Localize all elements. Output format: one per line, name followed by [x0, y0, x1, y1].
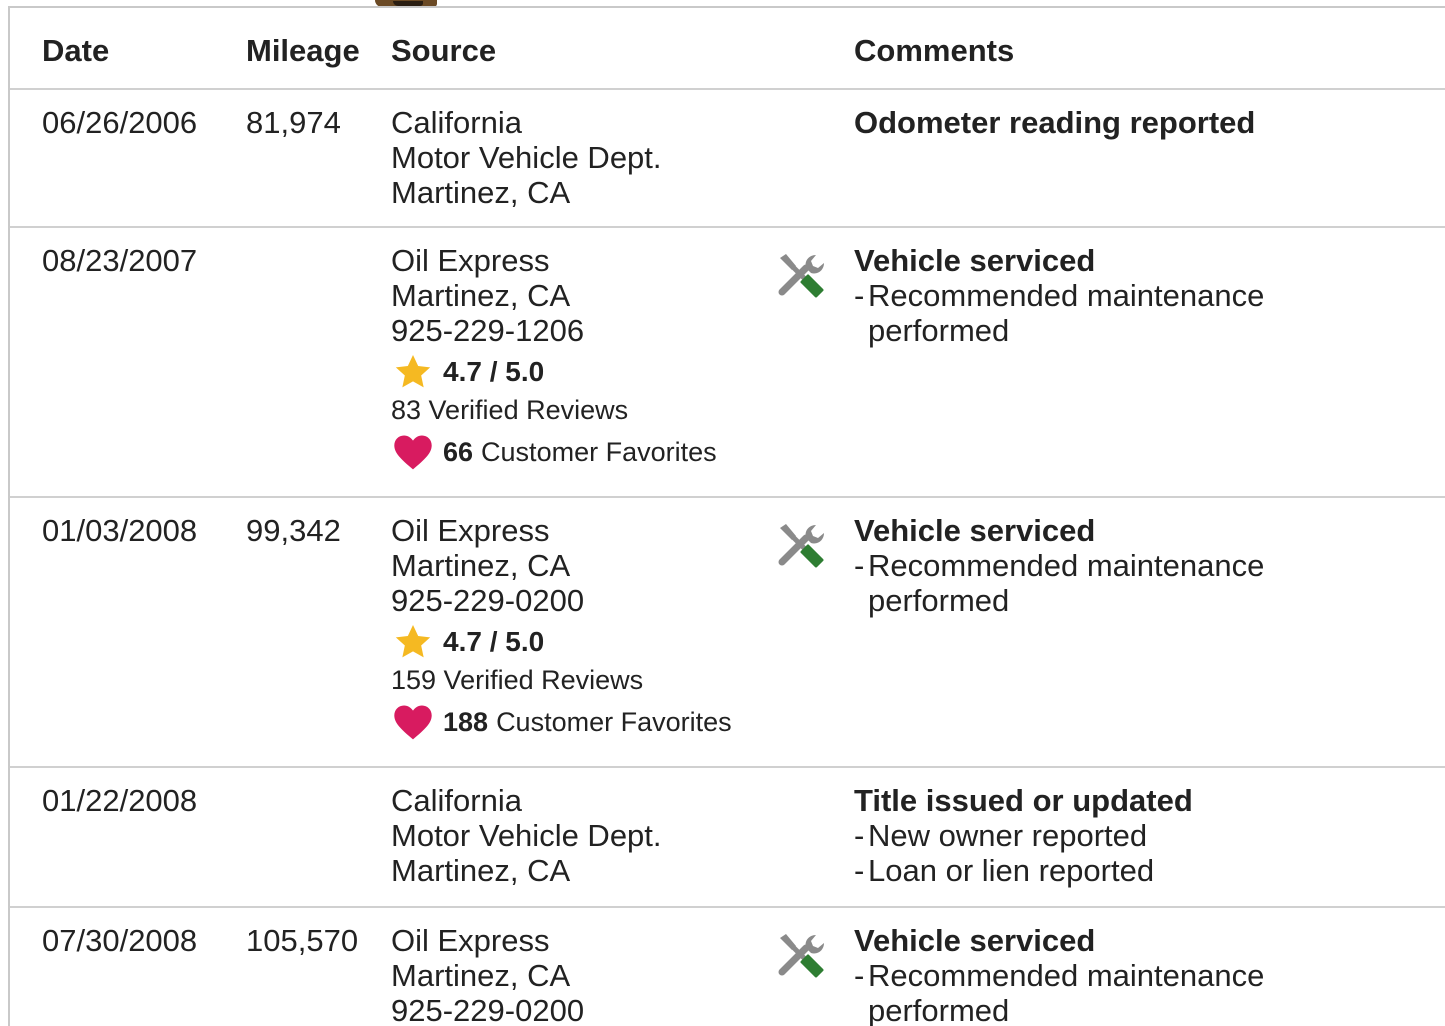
- service-tools-icon: [772, 928, 828, 984]
- source-phone[interactable]: 925-229-0200: [391, 583, 732, 618]
- rating-value: 4.7 / 5.0: [443, 356, 545, 387]
- source-location: Martinez, CA: [391, 958, 571, 993]
- bullet-dash: -: [854, 278, 865, 313]
- comment-item-text: Recommended maintenance: [868, 278, 1265, 313]
- table-row: 01/03/2008 99,342 Oil Express Martinez, …: [10, 498, 1445, 768]
- comment-item-text: Recommended maintenance: [868, 548, 1265, 583]
- comment-item-text-continued: performed: [868, 583, 1010, 618]
- record-date: 07/30/2008: [42, 923, 198, 958]
- rating-value: 4.7 / 5.0: [443, 626, 545, 657]
- column-header-source: Source: [391, 33, 497, 68]
- verified-reviews-link[interactable]: 83 Verified Reviews: [391, 392, 717, 428]
- wrench-screwdriver-icon: [778, 254, 824, 298]
- comment-item-text: New owner reported: [868, 818, 1148, 853]
- bullet-dash: -: [854, 958, 865, 993]
- comment-item: - Recommended maintenance performed: [854, 958, 1264, 1026]
- record-comments: Vehicle serviced - Recommended maintenan…: [854, 923, 1264, 1026]
- comment-item: - New owner reported: [854, 818, 1193, 853]
- source-location: Martinez, CA: [391, 853, 571, 888]
- bullet-dash: -: [854, 548, 865, 583]
- record-mileage: 81,974: [246, 105, 341, 140]
- bullet-dash: -: [854, 853, 865, 888]
- comment-title: Vehicle serviced: [854, 923, 1096, 958]
- wrench-screwdriver-icon: [778, 934, 824, 978]
- source-location: Martinez, CA: [391, 548, 571, 583]
- source-phone[interactable]: 925-229-1206: [391, 313, 717, 348]
- table-row: 01/22/2008 California Motor Vehicle Dept…: [10, 768, 1445, 908]
- source-name[interactable]: Oil Express: [391, 923, 584, 958]
- source-location: Martinez, CA: [391, 278, 571, 313]
- source-name[interactable]: Oil Express: [391, 243, 717, 278]
- record-date: 01/03/2008: [42, 513, 198, 548]
- favorites-count: 66: [443, 436, 474, 467]
- record-source: California Motor Vehicle Dept. Martinez,…: [391, 105, 662, 210]
- service-tools-icon: [772, 248, 828, 304]
- bullet-dash: -: [854, 818, 865, 853]
- source-name[interactable]: Oil Express: [391, 513, 732, 548]
- comment-item: - Recommended maintenance performed: [854, 278, 1264, 348]
- source-phone[interactable]: 925-229-0200: [391, 993, 584, 1026]
- table-row: 08/23/2007 Oil Express Martinez, CA 925-…: [10, 228, 1445, 498]
- comment-item: - Recommended maintenance performed: [854, 548, 1264, 618]
- comment-title: Odometer reading reported: [854, 105, 1256, 140]
- star-icon: [395, 625, 431, 658]
- record-comments: Title issued or updated - New owner repo…: [854, 783, 1193, 888]
- comment-item-text-continued: performed: [868, 313, 1010, 348]
- record-source: California Motor Vehicle Dept. Martinez,…: [391, 783, 662, 888]
- heart-icon: [394, 435, 432, 470]
- comment-item-text-continued: performed: [868, 993, 1010, 1026]
- column-header-date: Date: [42, 33, 110, 68]
- heart-icon: [394, 705, 432, 740]
- record-mileage: 105,570: [246, 923, 359, 958]
- service-tools-icon: [772, 518, 828, 574]
- favorites-count: 188: [443, 706, 489, 737]
- shop-rating: 4.7 / 5.0: [391, 352, 717, 392]
- record-comments: Odometer reading reported: [854, 105, 1255, 140]
- comment-item-text: Loan or lien reported: [868, 853, 1155, 888]
- verified-reviews-link[interactable]: 159 Verified Reviews: [391, 662, 732, 698]
- favorites-label: Customer Favorites: [496, 706, 732, 737]
- source-name-line-2: Motor Vehicle Dept.: [391, 818, 662, 853]
- record-comments: Vehicle serviced - Recommended maintenan…: [854, 513, 1264, 618]
- source-name: California: [391, 105, 522, 140]
- star-icon: [395, 355, 431, 388]
- column-header-mileage: Mileage: [246, 33, 360, 68]
- comment-item-text: Recommended maintenance: [868, 958, 1265, 993]
- table-row: 06/26/2006 81,974 California Motor Vehic…: [10, 90, 1445, 228]
- customer-favorites: 188 Customer Favorites: [391, 700, 732, 744]
- column-header-comments: Comments: [854, 33, 1015, 68]
- record-date: 01/22/2008: [42, 783, 198, 818]
- source-location: Martinez, CA: [391, 175, 571, 210]
- record-comments: Vehicle serviced - Recommended maintenan…: [854, 243, 1264, 348]
- wrench-screwdriver-icon: [778, 524, 824, 568]
- favorites-label: Customer Favorites: [481, 436, 717, 467]
- record-mileage: 99,342: [246, 513, 341, 548]
- table-row: 07/30/2008 105,570 Oil Express Martinez,…: [10, 908, 1445, 1026]
- source-name-line-2: Motor Vehicle Dept.: [391, 140, 662, 175]
- record-date: 08/23/2007: [42, 243, 198, 278]
- comment-title: Title issued or updated: [854, 783, 1193, 818]
- vehicle-history-page: Date Mileage Source Comments 06/26/2006 …: [0, 0, 1445, 1026]
- record-source: Oil Express Martinez, CA 925-229-0200 4.…: [391, 513, 732, 744]
- comment-title: Vehicle serviced: [854, 513, 1096, 548]
- record-source: Oil Express Martinez, CA 925-229-0200: [391, 923, 584, 1026]
- comment-title: Vehicle serviced: [854, 243, 1096, 278]
- record-source: Oil Express Martinez, CA 925-229-1206 4.…: [391, 243, 717, 474]
- customer-favorites: 66 Customer Favorites: [391, 430, 717, 474]
- table-header-row: Date Mileage Source Comments: [10, 8, 1445, 90]
- record-date: 06/26/2006: [42, 105, 198, 140]
- shop-rating: 4.7 / 5.0: [391, 622, 732, 662]
- comment-item: - Loan or lien reported: [854, 853, 1193, 888]
- source-name: California: [391, 783, 522, 818]
